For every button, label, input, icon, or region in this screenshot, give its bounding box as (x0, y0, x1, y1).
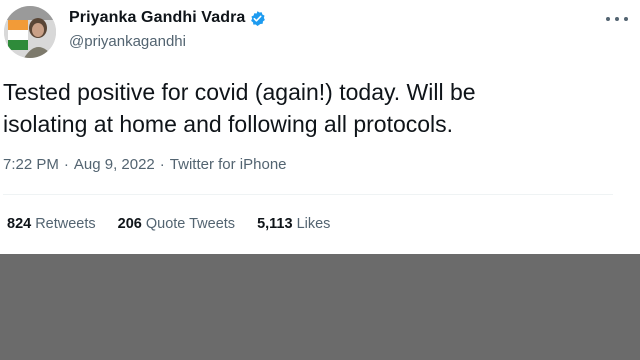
gray-overlay (0, 254, 640, 360)
retweets-count: 824 (7, 216, 32, 232)
tweet-source[interactable]: Twitter for iPhone (170, 156, 287, 173)
avatar[interactable] (4, 6, 56, 58)
dot (606, 17, 610, 21)
tweet-date[interactable]: Aug 9, 2022 (74, 156, 155, 173)
tweet-stats: 824 Retweets 206 Quote Tweets 5,113 Likes (7, 216, 330, 232)
likes-stat[interactable]: 5,113 Likes (257, 216, 330, 232)
verified-badge-icon (249, 10, 266, 27)
quote-tweets-label: Quote Tweets (145, 216, 236, 232)
dot (615, 17, 619, 21)
likes-label: Likes (296, 216, 331, 232)
quote-tweets-count: 206 (117, 216, 142, 232)
more-options-icon[interactable] (606, 12, 628, 26)
likes-count: 5,113 (257, 216, 293, 232)
meta-separator: · (63, 156, 69, 173)
quote-tweets-stat[interactable]: 206 Quote Tweets (118, 216, 235, 232)
tweet-time[interactable]: 7:22 PM (3, 156, 59, 173)
author-row: Priyanka Gandhi Vadra (69, 9, 266, 27)
tweet-text-line: isolating at home and following all prot… (3, 111, 454, 137)
author-name[interactable]: Priyanka Gandhi Vadra (69, 9, 245, 27)
author-handle[interactable]: @priyankagandhi (69, 33, 186, 50)
tweet-text-line: Tested positive for covid (again!) today… (3, 79, 476, 105)
tweet-card: Priyanka Gandhi Vadra @priyankagandhi Te… (0, 0, 640, 254)
dot (624, 17, 628, 21)
retweets-stat[interactable]: 824 Retweets (7, 216, 96, 232)
divider (3, 194, 613, 195)
meta-separator: · (159, 156, 165, 173)
tweet-text: Tested positive for covid (again!) today… (3, 76, 623, 140)
avatar-image (4, 6, 56, 58)
retweets-label: Retweets (35, 216, 96, 232)
tweet-meta: 7:22 PM · Aug 9, 2022 · Twitter for iPho… (3, 156, 287, 173)
